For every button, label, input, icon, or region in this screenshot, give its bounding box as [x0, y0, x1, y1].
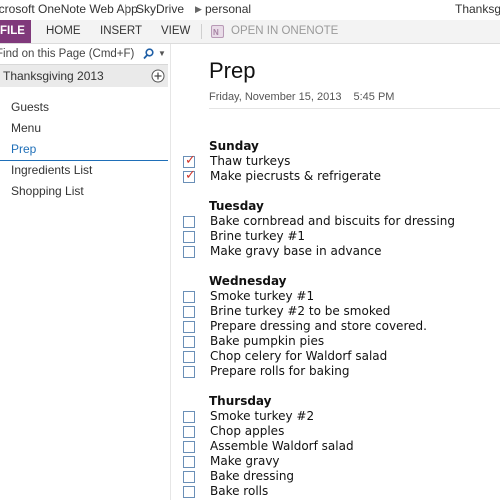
onenote-icon: N	[211, 25, 224, 38]
todo-checkbox-checked[interactable]: ✓	[183, 153, 196, 168]
todo-item: Chop celery for Waldorf salad	[183, 349, 500, 364]
checkmark-icon: ✓	[185, 168, 196, 183]
todo-text[interactable]: Make gravy base in advance	[210, 244, 382, 259]
page-title[interactable]: Prep	[209, 58, 255, 84]
todo-text[interactable]: Chop apples	[210, 424, 284, 439]
todo-checkbox[interactable]	[183, 291, 195, 303]
todo-item: Brine turkey #2 to be smoked	[183, 304, 500, 319]
todo-checkbox[interactable]	[183, 471, 195, 483]
page-canvas[interactable]: Prep Friday, November 15, 2013 5:45 PM Su…	[171, 44, 500, 500]
todo-item: ✓ Make piecrusts & refrigerate	[183, 169, 500, 184]
navigation-pane: Find on this Page (Cmd+F) ▼ Thanksgiving…	[0, 44, 171, 500]
todo-item: Bake rolls	[183, 484, 500, 499]
search-box[interactable]: Find on this Page (Cmd+F) ▼	[0, 44, 168, 65]
chevron-down-icon[interactable]: ▼	[158, 44, 166, 64]
checkmark-icon: ✓	[185, 153, 196, 168]
todo-checkbox[interactable]	[183, 351, 195, 363]
todo-item: Assemble Waldorf salad	[183, 439, 500, 454]
breadcrumb-skydrive[interactable]: SkyDrive	[136, 0, 184, 18]
todo-item: Make gravy base in advance	[183, 244, 500, 259]
todo-text[interactable]: Chop celery for Waldorf salad	[210, 349, 387, 364]
section-thanksgiving[interactable]: Thanksgiving 2013	[0, 65, 168, 87]
todo-text[interactable]: Thaw turkeys	[210, 154, 290, 169]
todo-text[interactable]: Prepare dressing and store covered.	[210, 319, 427, 334]
todo-text[interactable]: Bake pumpkin pies	[210, 334, 324, 349]
todo-checkbox[interactable]	[183, 426, 195, 438]
breadcrumb-folder[interactable]: personal	[205, 0, 251, 18]
todo-text[interactable]: Bake cornbread and biscuits for dressing	[210, 214, 455, 229]
todo-checkbox[interactable]	[183, 216, 195, 228]
todo-text[interactable]: Make gravy	[210, 454, 280, 469]
page-item-label: Shopping List	[11, 184, 84, 198]
app-title-bar: icrosoft OneNote Web App | SkyDrive ▶ pe…	[0, 0, 500, 21]
day-heading: Wednesday	[209, 274, 287, 288]
todo-checkbox[interactable]	[183, 411, 195, 423]
breadcrumb-chevron-icon: ▶	[195, 4, 202, 14]
file-tab[interactable]: FILE	[0, 20, 31, 43]
todo-checkbox[interactable]	[183, 456, 195, 468]
todo-text[interactable]: Brine turkey #1	[210, 229, 305, 244]
todo-checkbox[interactable]	[183, 336, 195, 348]
todo-item: ✓ Thaw turkeys	[183, 154, 500, 169]
day-heading: Tuesday	[209, 199, 264, 213]
todo-text[interactable]: Bake rolls	[210, 484, 268, 499]
todo-checkbox[interactable]	[183, 306, 195, 318]
ribbon-tabs: FILE HOME INSERT VIEW N OPEN IN ONENOTE	[0, 20, 500, 44]
page-item-label: Menu	[11, 121, 42, 135]
todo-text[interactable]: Assemble Waldorf salad	[210, 439, 354, 454]
page-item-shopping-list[interactable]: Shopping List	[0, 181, 168, 202]
todo-checkbox[interactable]	[183, 321, 195, 333]
todo-text[interactable]: Make piecrusts & refrigerate	[210, 169, 381, 184]
tab-home[interactable]: HOME	[46, 20, 81, 43]
page-time: 5:45 PM	[353, 91, 395, 103]
page-timestamp: Friday, November 15, 2013 5:45 PM	[209, 91, 394, 103]
todo-item: Brine turkey #1	[183, 229, 500, 244]
todo-checkbox[interactable]	[183, 486, 195, 498]
add-page-icon[interactable]	[151, 69, 165, 83]
todo-text[interactable]: Bake dressing	[210, 469, 294, 484]
title-divider	[209, 108, 500, 109]
svg-text:N: N	[213, 28, 219, 37]
todo-checkbox[interactable]	[183, 231, 195, 243]
page-item-label: Prep	[11, 142, 37, 156]
page-item-menu[interactable]: Menu	[0, 118, 168, 139]
app-name: icrosoft OneNote Web App	[0, 2, 138, 16]
todo-text[interactable]: Smoke turkey #1	[210, 289, 314, 304]
section-label: Thanksgiving 2013	[3, 69, 104, 83]
title-separator: |	[124, 2, 128, 16]
todo-checkbox[interactable]	[183, 246, 195, 258]
todo-text[interactable]: Smoke turkey #2	[210, 409, 314, 424]
search-icon[interactable]	[143, 48, 154, 60]
open-in-onenote-button[interactable]: OPEN IN ONENOTE	[231, 20, 338, 43]
todo-item: Smoke turkey #2	[183, 409, 500, 424]
todo-item: Prepare rolls for baking	[183, 364, 500, 379]
todo-item: Bake dressing	[183, 469, 500, 484]
tab-view[interactable]: VIEW	[161, 20, 190, 43]
todo-item: Bake cornbread and biscuits for dressing	[183, 214, 500, 229]
day-heading: Thursday	[209, 394, 272, 408]
page-item-prep[interactable]: Prep	[0, 139, 168, 161]
page-item-label: Ingredients List	[11, 163, 93, 177]
todo-text[interactable]: Brine turkey #2 to be smoked	[210, 304, 390, 319]
todo-item: Smoke turkey #1	[183, 289, 500, 304]
page-item-label: Guests	[11, 100, 50, 114]
document-title: Thanksgi	[455, 2, 500, 16]
todo-item: Bake pumpkin pies	[183, 334, 500, 349]
todo-text[interactable]: Prepare rolls for baking	[210, 364, 349, 379]
todo-item: Chop apples	[183, 424, 500, 439]
search-input[interactable]: Find on this Page (Cmd+F)	[0, 44, 134, 64]
page-item-ingredients-list[interactable]: Ingredients List	[0, 160, 168, 181]
day-heading: Sunday	[209, 139, 259, 153]
ribbon-divider	[201, 24, 202, 39]
todo-checkbox-checked[interactable]: ✓	[183, 168, 196, 183]
todo-checkbox[interactable]	[183, 366, 195, 378]
todo-item: Prepare dressing and store covered.	[183, 319, 500, 334]
tab-insert[interactable]: INSERT	[100, 20, 142, 43]
page-item-guests[interactable]: Guests	[0, 97, 168, 118]
todo-item: Make gravy	[183, 454, 500, 469]
page-date: Friday, November 15, 2013	[209, 91, 342, 103]
todo-checkbox[interactable]	[183, 441, 195, 453]
